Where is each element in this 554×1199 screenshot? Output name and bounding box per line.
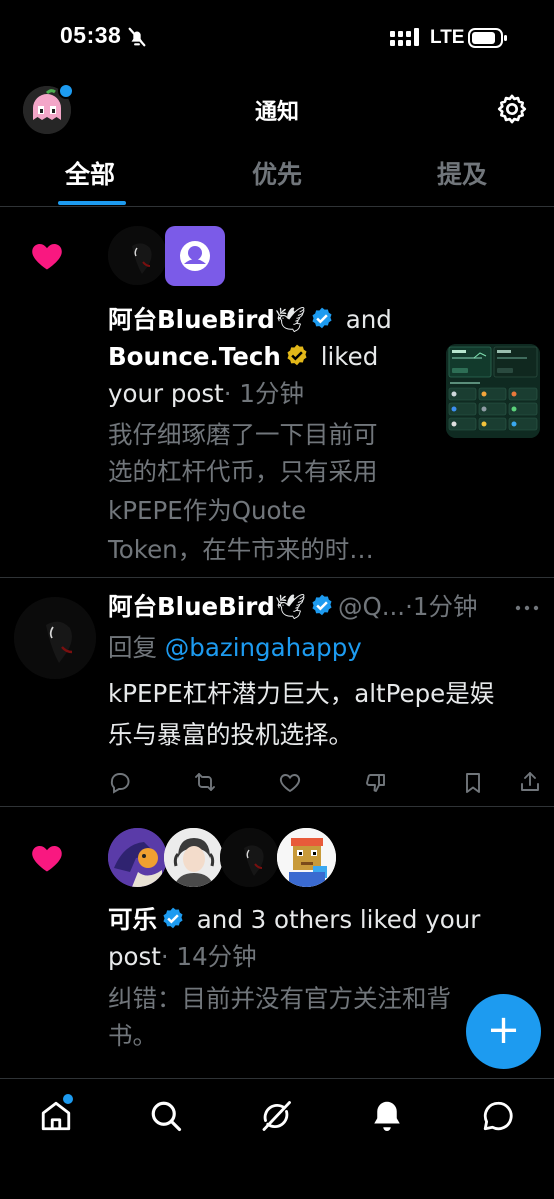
snippet-line: 选的杠杆代币，只有采用 — [108, 457, 378, 486]
timestamp: · 1分钟 — [223, 379, 304, 408]
tab-all[interactable]: 全部 — [40, 155, 140, 191]
heart-icon — [29, 238, 65, 274]
user-handle: @Q... — [337, 592, 406, 621]
reply-prefix: 回复 — [108, 633, 157, 662]
avatar[interactable] — [108, 828, 167, 887]
your-post-text: your post — [108, 379, 224, 408]
more-icon[interactable] — [514, 598, 540, 618]
messages-icon[interactable] — [480, 1098, 516, 1134]
dove-emoji: 🕊 — [274, 592, 306, 621]
battery-icon — [468, 27, 508, 49]
post-media-thumbnail[interactable] — [446, 344, 540, 438]
liked-text: liked — [320, 342, 379, 371]
dove-emoji: 🕊 — [274, 305, 306, 334]
plus-icon: + — [486, 1007, 521, 1053]
and-text: and — [345, 305, 392, 334]
snippet-line: 我仔细琢磨了一下目前可 — [108, 420, 378, 449]
username[interactable]: Bounce.Tech — [108, 342, 281, 371]
status-time: 05:38 — [60, 22, 122, 48]
snippet-line: 纠错：目前并没有官方关注和背 — [108, 984, 451, 1013]
reply-text-line: kPEPE杠杆潜力巨大，altPepe是娱 — [108, 679, 495, 708]
avatar[interactable] — [220, 828, 279, 887]
network-label: LTE — [430, 27, 465, 48]
reply-icon[interactable] — [108, 770, 132, 794]
repost-icon[interactable] — [193, 770, 217, 794]
compose-button[interactable]: + — [466, 994, 541, 1069]
reply-text-line: 乐与暴富的投机选择。 — [108, 720, 353, 749]
tab-mentions[interactable]: 提及 — [412, 155, 512, 191]
snippet-line: kPEPE作为Quote — [108, 496, 307, 525]
verified-badge-icon — [160, 906, 186, 932]
avatar[interactable] — [277, 828, 336, 887]
grok-icon[interactable] — [258, 1098, 294, 1134]
tab-priority[interactable]: 优先 — [227, 155, 327, 191]
username[interactable]: 阿台BlueBird — [108, 305, 275, 334]
dislike-icon[interactable] — [364, 771, 388, 795]
bookmark-icon[interactable] — [461, 771, 485, 795]
home-notification-dot — [61, 1092, 75, 1106]
gear-icon[interactable] — [495, 92, 529, 126]
active-tab-indicator — [58, 201, 126, 205]
snippet-line: 书。 — [108, 1021, 157, 1050]
verified-gold-badge-icon — [284, 343, 310, 369]
timestamp: ·1分钟 — [405, 592, 478, 621]
search-icon[interactable] — [148, 1098, 184, 1134]
others-liked-text: and 3 others liked your — [196, 905, 481, 934]
notifications-icon[interactable] — [369, 1098, 405, 1134]
verified-badge-icon — [309, 593, 335, 619]
signal-icon — [390, 28, 420, 48]
bell-mute-icon — [126, 26, 148, 48]
share-icon[interactable] — [518, 770, 542, 794]
timestamp: · 14分钟 — [160, 942, 257, 971]
username[interactable]: 阿台BlueBird — [108, 592, 275, 621]
avatar[interactable] — [14, 597, 96, 679]
snippet-line: Token，在牛市来的时… — [108, 535, 374, 564]
avatar[interactable] — [165, 226, 225, 286]
reply-mention-link[interactable]: @bazingahappy — [165, 633, 362, 662]
avatar[interactable] — [108, 226, 167, 285]
like-icon[interactable] — [278, 771, 302, 795]
verified-badge-icon — [309, 306, 335, 332]
post-word: post — [108, 942, 161, 971]
avatar[interactable] — [164, 828, 223, 887]
heart-icon — [29, 840, 65, 876]
page-title: 通知 — [254, 100, 299, 125]
divider — [0, 1078, 554, 1079]
username[interactable]: 可乐 — [108, 905, 157, 934]
